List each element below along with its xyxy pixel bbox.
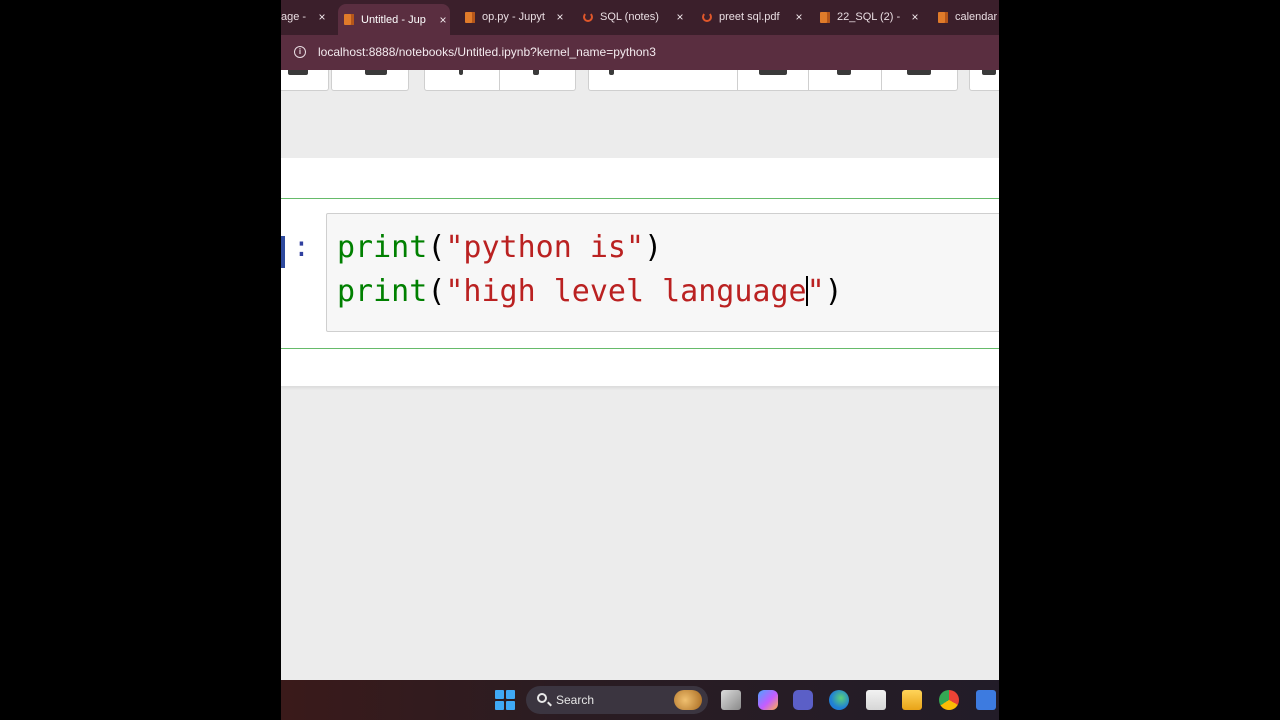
notebook-page: : print("python is") print("high level l… — [281, 158, 999, 386]
jupyter-book-icon — [344, 14, 354, 25]
tab-close-icon[interactable]: × — [908, 10, 922, 24]
code-cell[interactable]: : print("python is") print("high level l… — [281, 198, 999, 349]
insert-cell-icon[interactable] — [365, 70, 387, 75]
tab-label: 22_SQL (2) - — [837, 11, 901, 23]
chrome-icon[interactable] — [939, 690, 959, 710]
code-paren: ) — [644, 230, 663, 265]
store-icon[interactable] — [866, 690, 886, 710]
notebook-toolbar — [281, 70, 999, 106]
jupyter-book-icon — [820, 11, 830, 23]
taskbar: Search — [281, 680, 999, 720]
tab-untitled[interactable]: Untitled - Jup × — [338, 4, 450, 35]
jupyter-book-icon — [938, 11, 948, 23]
restart-icon[interactable] — [907, 70, 931, 75]
site-info-icon[interactable]: i — [294, 46, 306, 58]
interrupt-icon[interactable] — [837, 70, 851, 75]
tab-close-icon[interactable]: × — [553, 10, 567, 24]
tab-label: age - — [281, 11, 307, 23]
copilot-icon[interactable] — [758, 690, 778, 710]
tab-preet-sql-pdf[interactable]: preet sql.pdf × — [696, 5, 806, 29]
screen: age - × Untitled - Jup × op.py - Jupyt ×… — [281, 0, 999, 720]
tab-calendar[interactable]: calendar - — [932, 5, 999, 29]
save-icon[interactable] — [288, 70, 308, 75]
browser-tab-strip: age - × Untitled - Jup × op.py - Jupyt ×… — [281, 0, 999, 35]
tab-op-py[interactable]: op.py - Jupyt × — [459, 5, 567, 29]
tab-label: calendar - — [955, 11, 999, 23]
visual-studio-icon[interactable] — [976, 690, 996, 710]
run-icon[interactable] — [759, 70, 787, 75]
toolbar-group-edit — [424, 70, 576, 91]
taskbar-search[interactable]: Search — [526, 686, 708, 714]
address-url[interactable]: localhost:8888/notebooks/Untitled.ipynb?… — [318, 45, 656, 59]
tab-label: op.py - Jupyt — [482, 11, 545, 23]
code-editor[interactable]: print("python is") print("high level lan… — [326, 213, 999, 332]
tab-22-sql[interactable]: 22_SQL (2) - × — [814, 5, 922, 29]
code-line-1[interactable]: print("python is") — [337, 230, 662, 265]
task-view-icon[interactable] — [721, 690, 741, 710]
code-string: "high level language — [445, 274, 807, 309]
search-label: Search — [556, 693, 595, 707]
teams-icon[interactable] — [793, 690, 813, 710]
copy-icon[interactable] — [533, 70, 539, 75]
code-keyword: print — [337, 230, 428, 265]
cell-prompt: : — [293, 230, 310, 263]
toolbar-group-misc — [969, 70, 999, 91]
toolbar-group-save — [281, 70, 329, 91]
toolbar-divider — [808, 70, 809, 90]
jupyter-book-icon — [465, 11, 475, 23]
code-string-quote: " — [806, 274, 825, 309]
tab-close-icon[interactable]: × — [673, 10, 687, 24]
tab-close-icon[interactable]: × — [315, 10, 329, 24]
search-icon — [537, 693, 547, 703]
tab-close-icon[interactable]: × — [436, 13, 450, 27]
toolbar-group-insert — [331, 70, 409, 91]
command-palette-icon[interactable] — [982, 70, 996, 75]
toolbar-divider — [737, 70, 738, 90]
address-bar[interactable]: i localhost:8888/notebooks/Untitled.ipyn… — [281, 35, 999, 70]
code-line-2[interactable]: print("high level language") — [337, 274, 843, 309]
cell-selection-bar — [281, 236, 285, 268]
tab-label: SQL (notes) — [600, 11, 659, 23]
tab-label: Untitled - Jup — [361, 13, 426, 26]
toolbar-group-run — [588, 70, 958, 91]
tab-close-icon[interactable]: × — [792, 10, 806, 24]
loading-spinner-icon — [583, 12, 593, 22]
code-paren: ( — [427, 274, 446, 309]
search-highlight-icon — [674, 690, 702, 710]
tab-sql-notes[interactable]: SQL (notes) × — [577, 5, 687, 29]
move-up-icon[interactable] — [609, 70, 614, 75]
toolbar-divider — [499, 70, 500, 90]
tab-label: preet sql.pdf — [719, 11, 780, 23]
code-string: "python is" — [445, 230, 645, 265]
loading-spinner-icon — [702, 12, 712, 22]
windows-start-icon[interactable] — [495, 690, 515, 710]
code-keyword: print — [337, 274, 428, 309]
file-explorer-icon[interactable] — [902, 690, 922, 710]
code-paren: ( — [427, 230, 446, 265]
cut-icon[interactable] — [459, 70, 463, 75]
code-paren: ) — [824, 274, 843, 309]
toolbar-divider — [881, 70, 882, 90]
tab-page[interactable]: age - × — [281, 5, 329, 29]
edge-icon[interactable] — [829, 690, 849, 710]
